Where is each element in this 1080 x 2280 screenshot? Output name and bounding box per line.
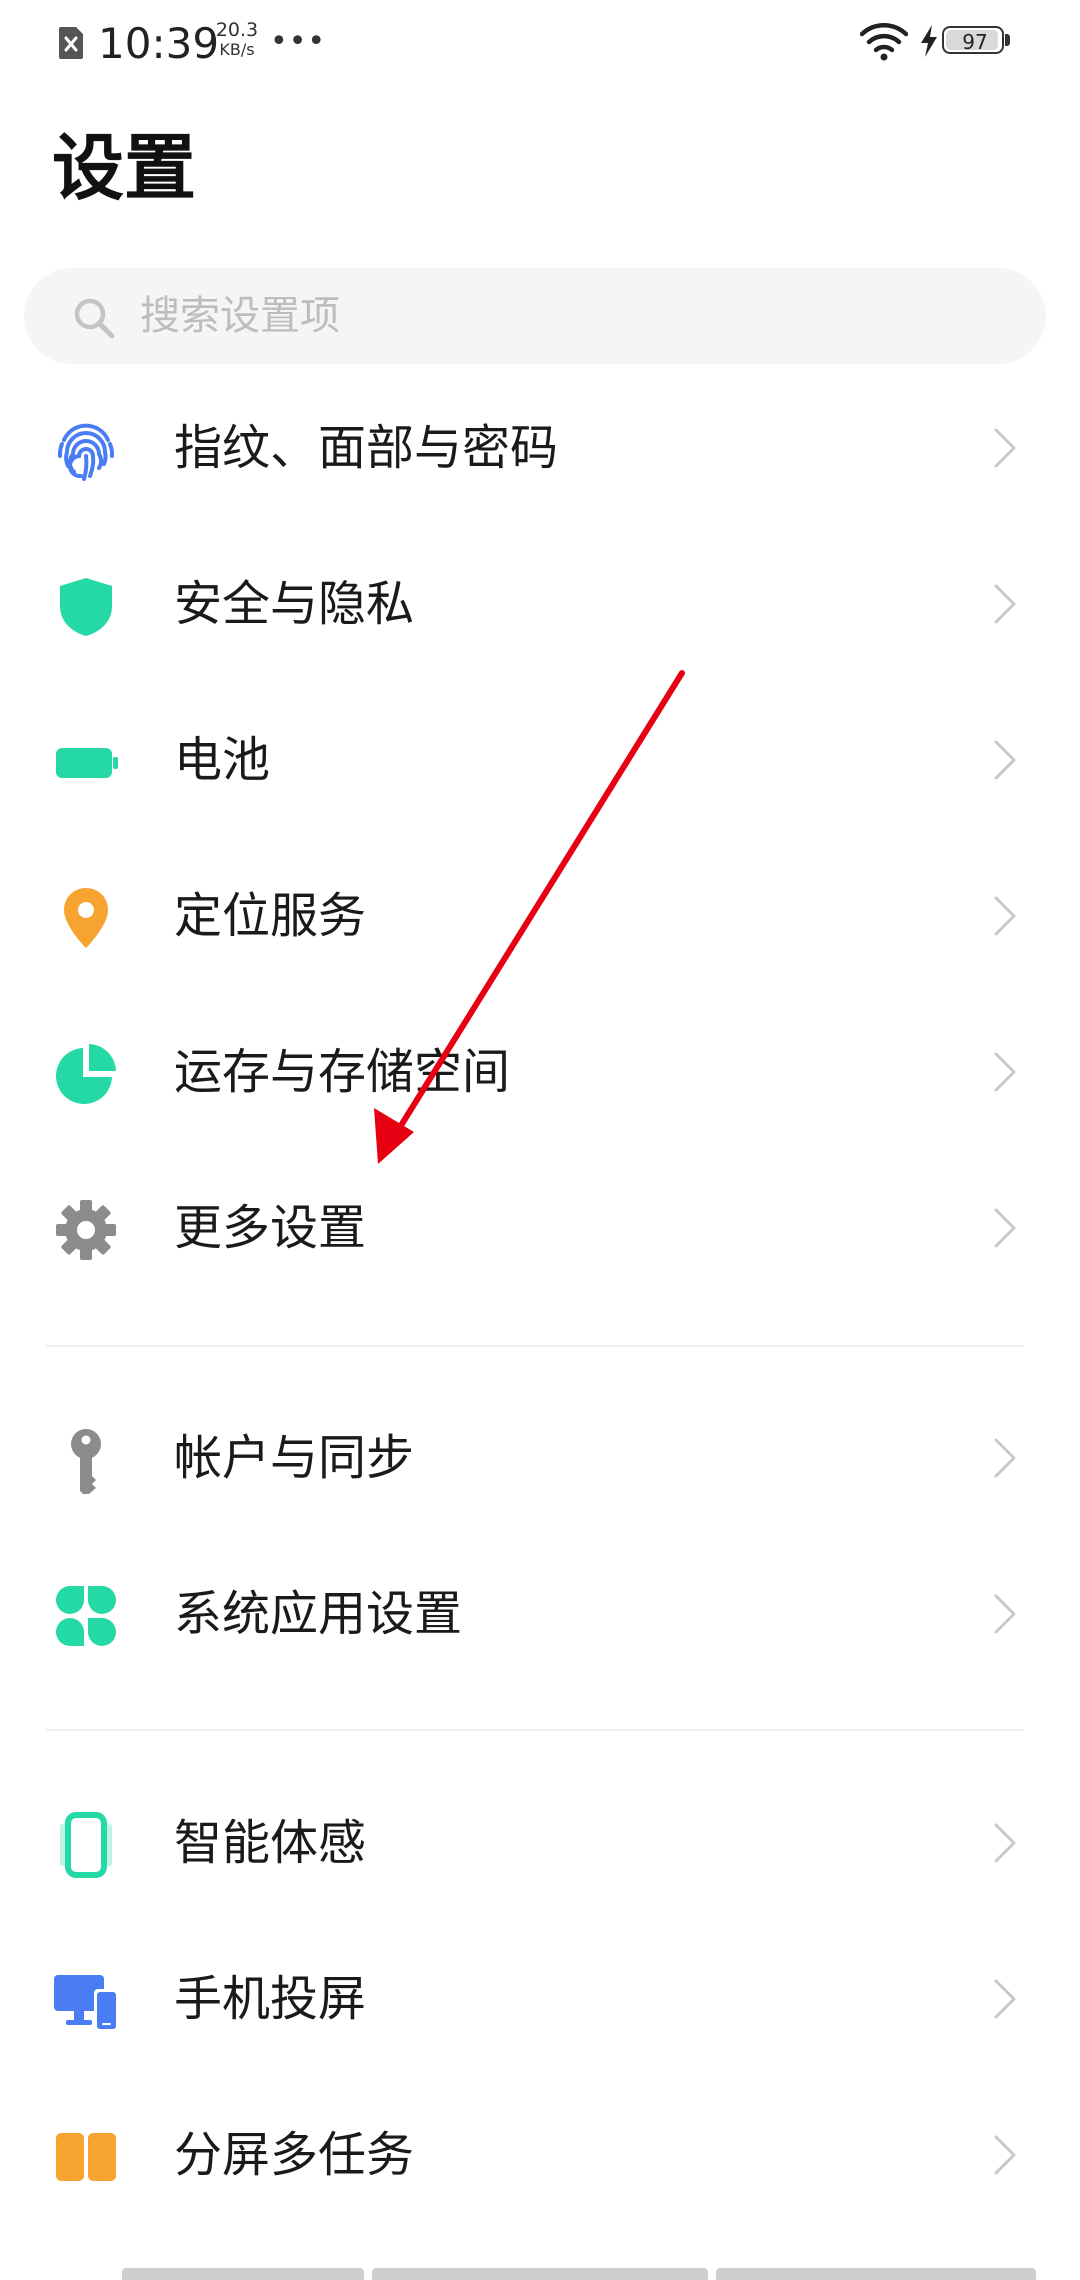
bottom-bar-segment <box>122 2268 364 2280</box>
settings-item-label: 智能体感 <box>174 1815 367 1871</box>
chevron-right-icon <box>994 896 1016 936</box>
settings-item-accounts-sync[interactable]: 帐户与同步 <box>0 1380 1080 1536</box>
settings-item-label: 指纹、面部与密码 <box>174 420 559 476</box>
settings-item-smart-motion[interactable]: 智能体感 <box>0 1765 1080 1921</box>
chevron-right-icon <box>994 1823 1016 1863</box>
settings-item-label: 定位服务 <box>174 888 367 944</box>
settings-screen: 10:39 20.3 KB/s ••• 97 设置 搜索设置项 指纹、面部与密码… <box>0 0 1080 2280</box>
page-title: 设置 <box>52 126 197 210</box>
settings-item-label: 系统应用设置 <box>174 1586 463 1642</box>
bottom-bar-segment <box>372 2268 708 2280</box>
apps-grid-icon <box>56 1586 116 1646</box>
chevron-right-icon <box>994 2135 1016 2175</box>
wifi-icon <box>860 23 908 61</box>
settings-item-label: 手机投屏 <box>174 1971 367 2027</box>
fingerprint-icon <box>57 423 115 481</box>
shield-icon <box>60 578 112 636</box>
chevron-right-icon <box>994 1052 1016 1092</box>
charging-bolt-icon <box>921 25 937 57</box>
settings-item-screen-cast[interactable]: 手机投屏 <box>0 1921 1080 2077</box>
status-time: 10:39 <box>98 19 220 68</box>
chevron-right-icon <box>994 1594 1016 1634</box>
search-icon <box>74 298 115 339</box>
settings-item-location-services[interactable]: 定位服务 <box>0 838 1080 994</box>
bottom-bar-segment <box>716 2268 1036 2280</box>
chevron-right-icon <box>994 1438 1016 1478</box>
network-speed-value: 20.3 <box>215 19 259 41</box>
battery-level: 97 <box>962 30 988 54</box>
more-notifications-icon: ••• <box>270 24 327 59</box>
network-speed-unit: KB/s <box>219 40 255 59</box>
search-input[interactable] <box>140 284 1000 348</box>
storage-pie-icon <box>56 1044 116 1104</box>
settings-item-security-privacy[interactable]: 安全与隐私 <box>0 526 1080 682</box>
group-divider <box>46 1729 1024 1731</box>
sim-error-icon <box>59 27 83 59</box>
chevron-right-icon <box>994 740 1016 780</box>
screen-cast-icon <box>54 1975 118 2031</box>
settings-item-label: 安全与隐私 <box>174 576 415 632</box>
settings-item-label: 分屏多任务 <box>174 2127 415 2183</box>
network-speed: 20.3 KB/s <box>213 20 261 60</box>
settings-item-label: 更多设置 <box>174 1200 367 1256</box>
settings-item-label: 运存与存储空间 <box>174 1044 511 1100</box>
status-bar: 10:39 20.3 KB/s ••• 97 <box>0 0 1080 90</box>
settings-item-more-settings[interactable]: 更多设置 <box>0 1150 1080 1306</box>
settings-item-battery[interactable]: 电池 <box>0 682 1080 838</box>
key-icon <box>71 1429 101 1494</box>
settings-item-memory-storage[interactable]: 运存与存储空间 <box>0 994 1080 1150</box>
group-divider <box>46 1345 1024 1347</box>
chevron-right-icon <box>994 1979 1016 2019</box>
chevron-right-icon <box>994 428 1016 468</box>
split-screen-icon <box>56 2133 116 2181</box>
battery-icon <box>56 748 118 778</box>
chevron-right-icon <box>994 1208 1016 1248</box>
settings-item-split-screen-multitask[interactable]: 分屏多任务 <box>0 2077 1080 2233</box>
settings-item-fingerprint-face-password[interactable]: 指纹、面部与密码 <box>0 370 1080 526</box>
search-bar[interactable] <box>24 268 1046 364</box>
battery-indicator: 97 <box>942 26 1014 58</box>
gear-icon <box>56 1200 116 1260</box>
location-pin-icon <box>64 888 108 948</box>
chevron-right-icon <box>994 584 1016 624</box>
phone-motion-icon <box>60 1812 112 1878</box>
settings-item-label: 帐户与同步 <box>174 1430 415 1486</box>
settings-item-label: 电池 <box>174 732 271 788</box>
settings-item-system-app-settings[interactable]: 系统应用设置 <box>0 1536 1080 1692</box>
